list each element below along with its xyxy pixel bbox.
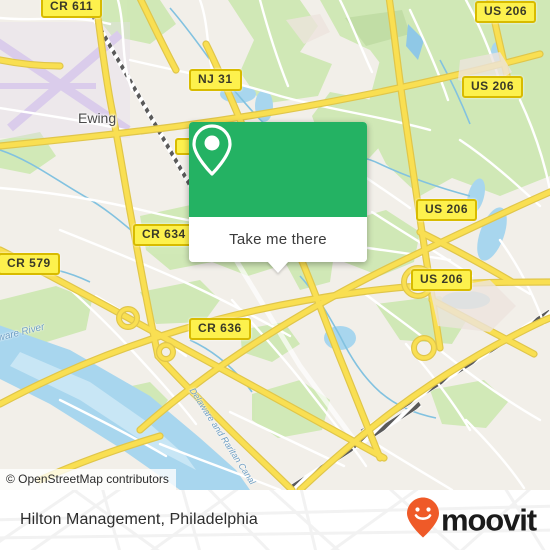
route-shield-us-206-3[interactable]: US 206 xyxy=(416,199,478,221)
popup-card-tail xyxy=(267,261,289,273)
route-shield-us-206-4[interactable]: US 206 xyxy=(411,269,473,291)
route-shield-us-206-2[interactable]: US 206 xyxy=(462,76,524,98)
moovit-wordmark: moovit xyxy=(440,502,537,538)
location-title: Hilton Management, Philadelphia xyxy=(20,511,258,528)
route-shield-cr-579[interactable]: CR 579 xyxy=(0,253,60,275)
destination-popup-card[interactable]: Take me there xyxy=(189,122,367,273)
popup-card-header xyxy=(189,122,367,217)
popup-card-footer[interactable]: Take me there xyxy=(189,217,367,273)
route-shield-cr-634[interactable]: CR 634 xyxy=(133,224,195,246)
route-shield-nj-31[interactable]: NJ 31 xyxy=(189,69,242,91)
moovit-smiley-pin-icon xyxy=(406,497,440,544)
route-shield-cr-611[interactable]: CR 611 xyxy=(41,0,103,18)
osm-attribution[interactable]: © OpenStreetMap contributors xyxy=(0,469,176,490)
route-shield-us-206-1[interactable]: US 206 xyxy=(475,1,537,23)
map-canvas[interactable]: Ewing Delaware River Delaware and Rarita… xyxy=(0,0,550,490)
footer-bar: Hilton Management, Philadelphia moovit xyxy=(0,490,550,550)
moovit-logo[interactable]: moovit xyxy=(406,497,537,544)
moovit-location-screenshot: Ewing Delaware River Delaware and Rarita… xyxy=(0,0,550,550)
route-shield-cr-636[interactable]: CR 636 xyxy=(189,318,251,340)
take-me-there-label: Take me there xyxy=(229,231,327,248)
